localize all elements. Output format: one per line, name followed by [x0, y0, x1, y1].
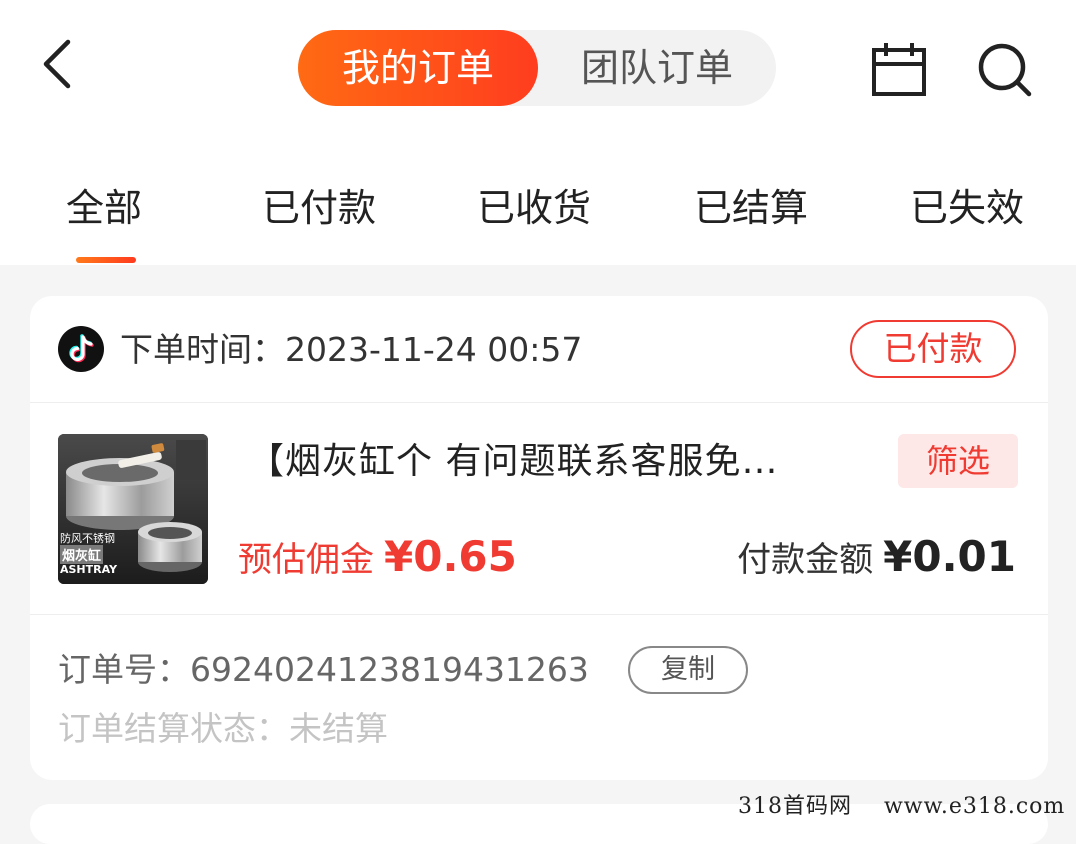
commission-label: 预估佣金 [238, 540, 374, 580]
tiktok-icon [58, 326, 104, 372]
calendar-icon [872, 43, 926, 96]
order-status-badge: 已付款 [850, 320, 1016, 378]
active-tab-indicator [76, 257, 136, 263]
divider [30, 402, 1048, 403]
product-image-text: 防风不锈钢 [60, 532, 115, 545]
product-title[interactable]: 【烟灰缸个 有问题联系客服免… [248, 436, 848, 488]
filter-tag[interactable]: 筛选 [898, 434, 1018, 488]
divider [30, 614, 1048, 615]
order-number: 订单号：6924024123819431263 [58, 644, 589, 696]
top-header: 我的订单 团队订单 全部 已付款 已收货 已结算 已失效 [0, 0, 1076, 265]
order-time-label: 下单时间： [120, 330, 285, 369]
tab-paid[interactable]: 已付款 [262, 178, 376, 238]
tab-all[interactable]: 全部 [66, 178, 142, 238]
order-time: 下单时间：2023-11-24 00:57 [120, 324, 582, 376]
back-arrow-icon [43, 39, 71, 89]
back-button[interactable] [36, 36, 86, 92]
copy-button[interactable]: 复制 [628, 646, 748, 694]
order-time-value: 2023-11-24 00:57 [285, 330, 583, 369]
commission-value: ¥0.65 [384, 532, 517, 581]
search-button[interactable] [974, 40, 1036, 100]
product-thumbnail[interactable]: 防风不锈钢 烟灰缸 ASHTRAY [58, 434, 208, 584]
product-image-text: ASHTRAY [60, 563, 118, 576]
tab-received[interactable]: 已收货 [477, 178, 591, 238]
payment-amount: 付款金额 ¥0.01 [737, 532, 1016, 581]
tab-team-orders[interactable]: 团队订单 [538, 30, 776, 106]
tab-my-orders[interactable]: 我的订单 [298, 30, 538, 106]
watermark: 318首码网 www.e318.com [738, 794, 1066, 819]
product-image-text: 烟灰缸 [60, 545, 104, 564]
calendar-button[interactable] [868, 40, 930, 100]
search-icon [978, 43, 1032, 97]
order-scope-switch: 我的订单 团队订单 [298, 30, 776, 106]
payment-value: ¥0.01 [883, 532, 1016, 581]
order-number-label: 订单号： [58, 650, 190, 689]
estimated-commission: 预估佣金 ¥0.65 [238, 532, 517, 581]
settlement-status: 订单结算状态：未结算 [58, 704, 388, 754]
tab-expired[interactable]: 已失效 [910, 178, 1024, 238]
tab-settled[interactable]: 已结算 [694, 178, 808, 238]
settlement-status-label: 订单结算状态： [58, 709, 289, 748]
order-number-value: 6924024123819431263 [190, 650, 589, 689]
settlement-status-value: 未结算 [289, 709, 388, 748]
order-card[interactable]: 下单时间：2023-11-24 00:57 已付款 防风不锈钢 烟灰缸 ASHT… [30, 296, 1048, 780]
payment-label: 付款金额 [737, 540, 874, 580]
